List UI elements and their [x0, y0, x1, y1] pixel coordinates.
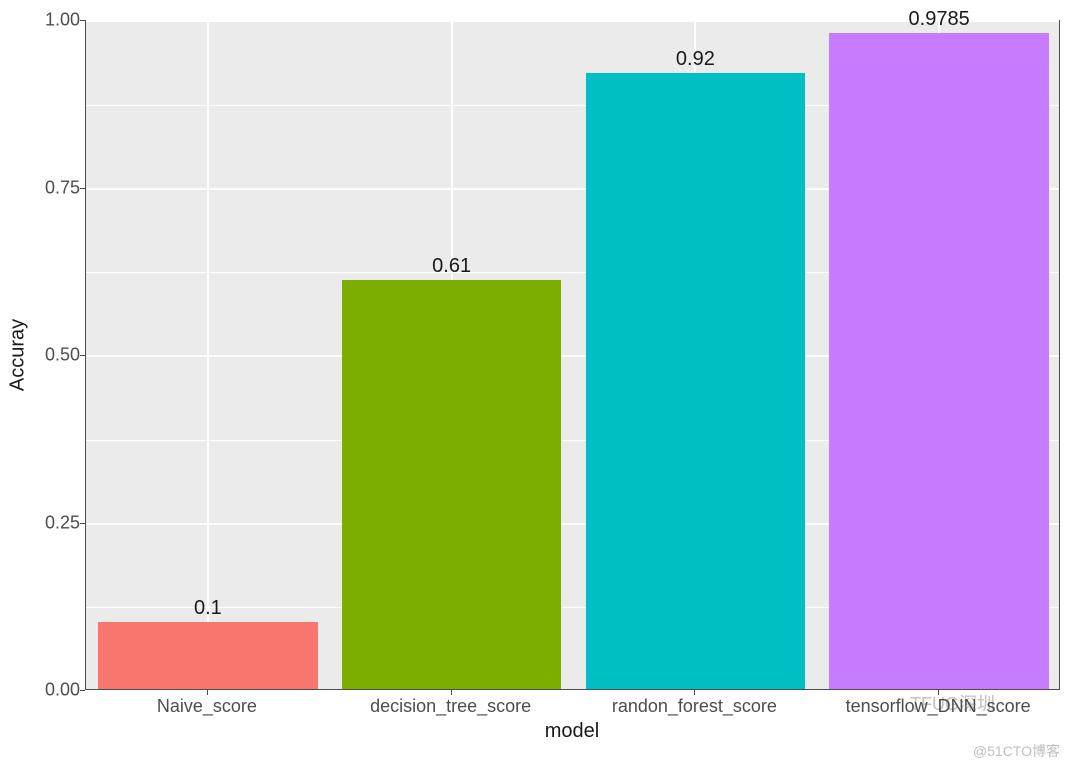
y-tick-mark [80, 188, 85, 189]
bar [342, 280, 561, 689]
bar [829, 33, 1048, 689]
x-tick-label: decision_tree_score [370, 696, 531, 717]
y-tick-mark [80, 690, 85, 691]
y-tick-label: 0.00 [25, 680, 80, 701]
grid-line-v [207, 21, 209, 689]
x-tick-label: Naive_score [157, 696, 257, 717]
y-tick-label: 1.00 [25, 10, 80, 31]
y-tick-label: 0.75 [25, 177, 80, 198]
bar-value-label: 0.92 [676, 48, 715, 71]
x-tick-mark [694, 690, 695, 695]
y-tick-label: 0.25 [25, 512, 80, 533]
x-tick-mark [451, 690, 452, 695]
plot-area: 0.10.610.920.9785 [85, 20, 1060, 690]
bar [586, 73, 805, 689]
bar-value-label: 0.9785 [909, 8, 970, 31]
bar [98, 622, 317, 689]
x-axis-label: model [545, 720, 599, 743]
y-tick-label: 0.50 [25, 345, 80, 366]
x-tick-mark [207, 690, 208, 695]
bar-value-label: 0.61 [432, 255, 471, 278]
x-tick-label: randon_forest_score [612, 696, 777, 717]
watermark-credit: @51CTO博客 [973, 741, 1060, 761]
x-tick-mark [938, 690, 939, 695]
bar-value-label: 0.1 [194, 597, 222, 620]
chart-container: 0.10.610.920.9785 Accuray model TFUG深圳 @… [0, 0, 1080, 771]
x-tick-label: tensorflow_DNN_score [846, 696, 1031, 717]
y-tick-mark [80, 355, 85, 356]
y-tick-mark [80, 523, 85, 524]
y-tick-mark [80, 20, 85, 21]
